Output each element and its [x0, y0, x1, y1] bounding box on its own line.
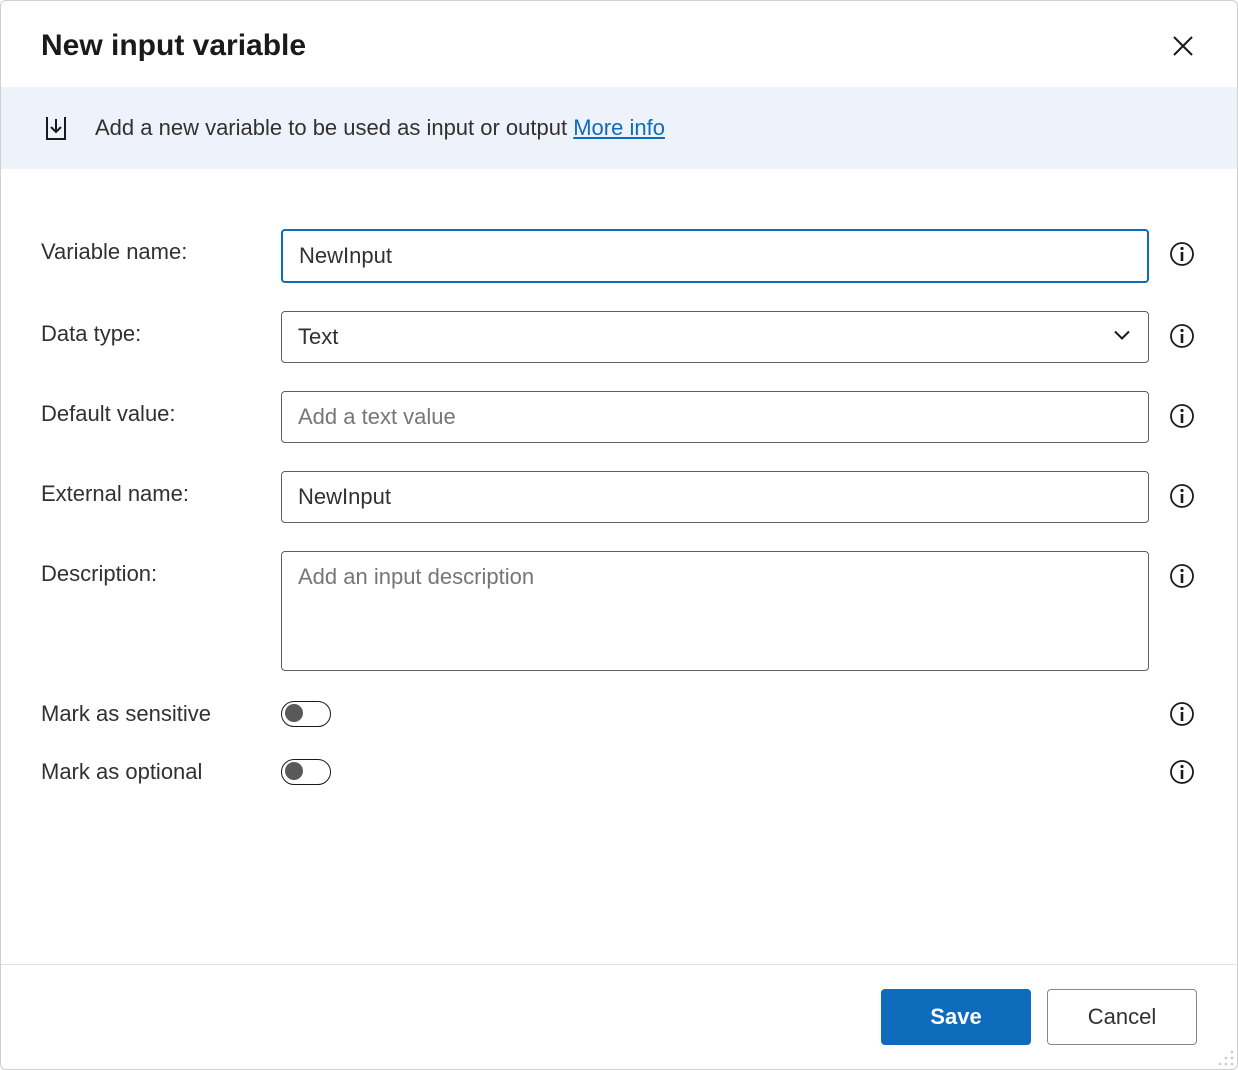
close-icon	[1172, 35, 1194, 57]
info-icon-variable-name[interactable]	[1167, 239, 1197, 269]
label-mark-optional: Mark as optional	[41, 759, 261, 785]
dialog-title: New input variable	[41, 29, 306, 63]
banner-text: Add a new variable to be used as input o…	[95, 115, 665, 141]
info-icon	[1169, 241, 1195, 267]
data-type-select[interactable]: Text	[281, 311, 1149, 363]
dialog-footer: Save Cancel	[1, 964, 1237, 1069]
banner-message: Add a new variable to be used as input o…	[95, 115, 573, 140]
row-variable-name: Variable name:	[41, 229, 1197, 283]
row-data-type: Data type: Text	[41, 311, 1197, 363]
label-mark-sensitive: Mark as sensitive	[41, 701, 261, 727]
description-input[interactable]	[281, 551, 1149, 671]
input-var-icon	[41, 113, 71, 143]
label-description: Description:	[41, 551, 261, 587]
info-icon	[1169, 483, 1195, 509]
info-icon-mark-optional[interactable]	[1167, 757, 1197, 787]
info-icon-description[interactable]	[1167, 561, 1197, 591]
row-mark-sensitive: Mark as sensitive	[41, 699, 1197, 729]
toggle-knob	[285, 704, 303, 722]
save-button[interactable]: Save	[881, 989, 1031, 1045]
label-variable-name: Variable name:	[41, 229, 261, 265]
form-area: Variable name: Data type: Text	[1, 169, 1237, 964]
label-data-type: Data type:	[41, 311, 261, 347]
dialog-header: New input variable	[1, 1, 1237, 87]
info-icon-external-name[interactable]	[1167, 481, 1197, 511]
info-icon	[1169, 323, 1195, 349]
default-value-input[interactable]	[281, 391, 1149, 443]
resize-grip-icon[interactable]	[1217, 1049, 1235, 1067]
row-description: Description:	[41, 551, 1197, 671]
row-mark-optional: Mark as optional	[41, 757, 1197, 787]
mark-optional-toggle[interactable]	[281, 759, 331, 785]
more-info-link[interactable]: More info	[573, 115, 665, 140]
label-external-name: External name:	[41, 471, 261, 507]
external-name-input[interactable]	[281, 471, 1149, 523]
row-default-value: Default value:	[41, 391, 1197, 443]
close-button[interactable]	[1169, 32, 1197, 60]
label-default-value: Default value:	[41, 391, 261, 427]
info-icon-mark-sensitive[interactable]	[1167, 699, 1197, 729]
info-icon-data-type[interactable]	[1167, 321, 1197, 351]
toggle-knob	[285, 762, 303, 780]
info-icon	[1169, 759, 1195, 785]
info-icon	[1169, 403, 1195, 429]
cancel-button[interactable]: Cancel	[1047, 989, 1197, 1045]
mark-sensitive-toggle[interactable]	[281, 701, 331, 727]
info-icon	[1169, 563, 1195, 589]
info-banner: Add a new variable to be used as input o…	[1, 87, 1237, 169]
info-icon	[1169, 701, 1195, 727]
info-icon-default-value[interactable]	[1167, 401, 1197, 431]
variable-name-input[interactable]	[281, 229, 1149, 283]
row-external-name: External name:	[41, 471, 1197, 523]
